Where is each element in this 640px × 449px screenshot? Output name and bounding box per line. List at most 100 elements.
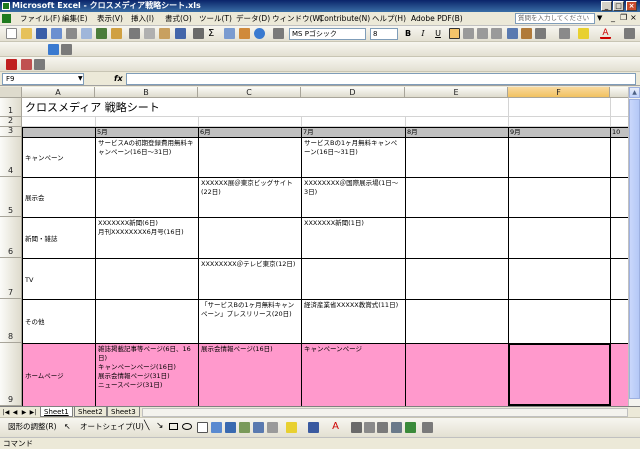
row-header-7[interactable]: 7 [0,258,22,299]
help-dropdown-icon[interactable]: ▼ [597,14,602,22]
diagram-icon[interactable] [225,422,236,433]
toolbar-options-icon[interactable] [273,28,284,39]
last-sheet-icon[interactable]: ▶| [29,408,37,417]
arrow-icon[interactable]: ↘ [156,421,164,431]
cell-c9[interactable]: 展示会情報ページ(16日) [199,344,300,355]
autosum-icon[interactable]: Σ [208,28,219,39]
column-header-f[interactable]: F [508,87,610,98]
font-name-select[interactable]: MS Pゴシック [289,28,366,40]
merge-center-icon[interactable] [491,28,502,39]
fill-color-icon[interactable] [578,28,589,39]
row-header-8[interactable]: 8 [0,299,22,343]
month-header[interactable]: 7月 [301,127,405,137]
print-icon[interactable] [66,28,77,39]
percent-icon[interactable] [521,28,532,39]
month-header[interactable]: 10月 [610,127,628,137]
italic-button[interactable]: I [417,28,429,40]
currency-icon[interactable] [507,28,518,39]
menu-contribute[interactable]: Contribute(N) [319,14,370,24]
cell-c8[interactable]: 「サービスBの1ヶ月無料キャンペーン」プレスリリース(20日) [199,300,300,320]
undo-icon[interactable] [175,28,186,39]
sheet-tab-2[interactable]: Sheet2 [74,407,107,417]
print-preview-icon[interactable] [81,28,92,39]
doc-close-icon[interactable]: × [630,13,637,22]
draw-font-color-icon[interactable]: A [330,421,341,432]
name-box-dropdown-icon[interactable]: ▼ [78,75,83,82]
column-header-a[interactable]: A [22,87,95,98]
shadow-style-icon[interactable] [391,422,402,433]
wordart-icon[interactable] [211,422,222,433]
underline-button[interactable]: U [432,28,444,40]
formula-input[interactable] [126,73,636,85]
doc-restore-icon[interactable]: ❐ [620,13,627,22]
bold-button[interactable]: B [402,28,414,40]
prev-sheet-icon[interactable]: ◀ [11,408,19,417]
font-size-select[interactable]: 8 [370,28,398,40]
row-header-4[interactable]: 4 [0,137,22,177]
selected-cell-f9[interactable] [508,343,611,406]
line-icon[interactable]: ╲ [144,421,149,431]
doc-minimize-icon[interactable]: _ [611,13,615,22]
menu-help[interactable]: ヘルプ(H) [372,14,406,24]
row-header-3[interactable]: 3 [0,126,22,137]
column-header-d[interactable]: D [301,87,405,98]
category-label[interactable]: 新聞・雑誌 [23,234,95,245]
menu-adobe-pdf[interactable]: Adobe PDF(B) [411,14,463,24]
sheet-tab-1[interactable]: Sheet1 [40,407,73,417]
category-label[interactable]: その他 [23,317,95,328]
menu-format[interactable]: 書式(O) [165,14,192,24]
category-label[interactable]: ホームページ [23,371,95,382]
pdf-options-icon[interactable] [34,59,45,70]
vertical-scrollbar[interactable]: ▲ [628,87,640,406]
format-options-icon[interactable] [624,28,635,39]
hyperlink-icon[interactable] [193,28,204,39]
copy-icon[interactable] [144,28,155,39]
cell-d4[interactable]: サービスBの1ヶ月無料キャンペーン(16日～31日) [302,138,404,158]
paste-icon[interactable] [159,28,170,39]
row-header-1[interactable]: 1 [0,98,22,117]
maximize-button[interactable]: □ [613,1,624,11]
pdf-convert-icon[interactable] [6,59,17,70]
arrow-style-icon[interactable] [377,422,388,433]
contribute-options-icon[interactable] [61,44,72,55]
draw-menu-button[interactable]: 図形の調整(R) [8,422,57,432]
row-header-9[interactable]: 9 [0,343,22,406]
textbox-icon[interactable] [197,422,208,433]
minimize-button[interactable]: _ [601,1,612,11]
column-header-e[interactable]: E [405,87,508,98]
shape-extra-icon[interactable] [267,422,278,433]
cell-c7[interactable]: XXXXXXXX＠テレビ東京(12日) [199,259,300,270]
scroll-up-icon[interactable]: ▲ [629,87,640,98]
align-center-icon[interactable] [463,28,474,39]
cell-d9[interactable]: キャンペーンページ [302,344,404,355]
line-style-icon[interactable] [351,422,362,433]
pdf-mail-icon[interactable] [21,59,32,70]
sheet-title[interactable]: クロスメディア 戦略シート [23,99,323,116]
month-header[interactable]: 8月 [405,127,508,137]
menu-edit[interactable]: 編集(E) [62,14,88,24]
autoshapes-button[interactable]: オートシェイプ(U) [80,422,144,432]
category-label[interactable]: 展示会 [23,193,95,204]
3d-style-icon[interactable] [405,422,416,433]
worksheet-grid[interactable]: A B C D E F 1 2 3 4 5 6 7 8 9 クロスメディア 戦略… [0,87,628,406]
align-right-icon[interactable] [477,28,488,39]
borders-icon[interactable] [559,28,570,39]
decrease-decimal-icon[interactable] [535,28,546,39]
workbook-icon[interactable] [2,14,11,23]
cell-b6[interactable]: XXXXXXX新聞(6日) 月刊XXXXXXXX6月号(16日) [96,218,197,238]
row-header-6[interactable]: 6 [0,217,22,258]
chart-wizard-icon[interactable] [239,28,250,39]
cell-d8[interactable]: 経済産業省XXXXX教賞式(11日) [302,300,404,311]
picture-icon[interactable] [253,422,264,433]
permission-icon[interactable] [51,28,62,39]
help-search-input[interactable]: 質問を入力してください [515,13,595,24]
select-objects-icon[interactable]: ↖ [64,422,71,431]
draw-fill-color-icon[interactable] [286,422,297,433]
draw-options-icon[interactable] [422,422,433,433]
menu-view[interactable]: 表示(V) [97,14,123,24]
category-label[interactable]: キャンペーン [23,153,95,164]
close-button[interactable]: × [626,1,637,11]
cell-c5[interactable]: XXXXXX展＠東京ビッグサイト(22日) [199,178,300,198]
spelling-icon[interactable] [96,28,107,39]
month-header[interactable]: 6月 [198,127,301,137]
